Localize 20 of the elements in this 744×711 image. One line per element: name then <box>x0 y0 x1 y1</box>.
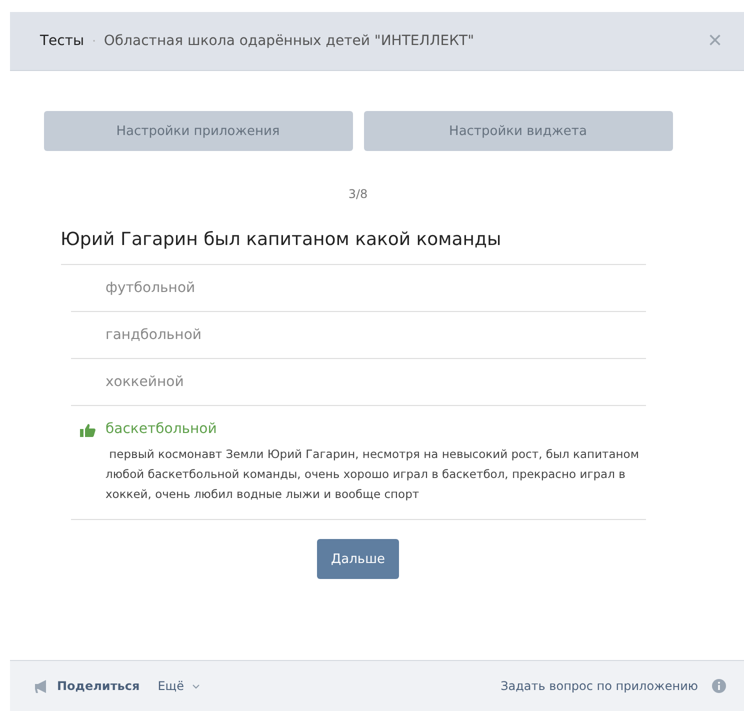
separator-dot: · <box>92 34 96 48</box>
settings-button[interactable]: Настройки виджета <box>364 111 672 151</box>
app-title: Тесты <box>40 33 84 49</box>
chevron-down-icon <box>192 684 200 688</box>
progress-counter: 3/8 <box>348 187 368 201</box>
answer-explanation: первый космонавт Земли Юрий Гагарин, несмотря на невысокий рост, был капитаном любой баскетбольной команды, очень хорошо играл в баскетбол, прекрасно играл в хоккей, очень любил водные лыжи и вообще спорт <box>106 446 640 503</box>
close-button[interactable]: × <box>704 27 726 55</box>
answer-option[interactable]: баскетбольной <box>106 421 646 437</box>
group-title: Областная школа одарённых детей "ИНТЕЛЛЕКТ" <box>104 33 474 49</box>
next-button[interactable]: Дальше <box>317 539 399 579</box>
question-text: Юрий Гагарин был капитаном какой команды <box>60 229 646 265</box>
more-link[interactable]: Ещё <box>158 679 184 693</box>
info-icon <box>712 679 726 693</box>
answer-option[interactable]: хоккейной <box>106 374 184 390</box>
share-link[interactable]: Поделиться <box>57 679 140 693</box>
settings-button[interactable]: Настройки приложения <box>44 111 352 151</box>
answer-option[interactable]: футбольной <box>106 280 196 296</box>
megaphone-icon <box>34 680 49 692</box>
answer-option[interactable]: гандбольной <box>106 327 202 343</box>
ask-question-link[interactable]: Задать вопрос по приложению <box>500 679 698 693</box>
